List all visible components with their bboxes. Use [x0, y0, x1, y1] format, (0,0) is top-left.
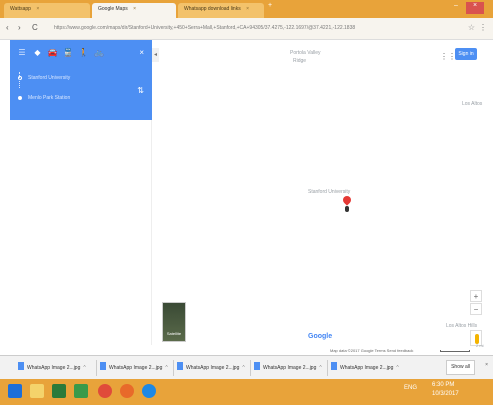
scale-bar	[440, 350, 470, 352]
car-icon[interactable]: 🚘	[47, 48, 59, 57]
image-file-icon	[177, 362, 183, 370]
download-name: WhatsApp Image 2...jpg	[340, 365, 394, 371]
download-item[interactable]: WhatsApp Image 2...jpg ^	[177, 362, 245, 374]
route-connector	[19, 72, 20, 88]
chevron-up-icon[interactable]: ^	[242, 365, 244, 371]
app-icon[interactable]	[74, 384, 88, 398]
language-indicator[interactable]: ENG	[404, 385, 417, 391]
collapse-panel-button[interactable]: ◂	[152, 48, 159, 62]
image-file-icon	[18, 362, 24, 370]
zoom-out-button[interactable]: −	[470, 303, 482, 315]
tab-close-icon[interactable]: ×	[36, 6, 39, 12]
divider	[327, 360, 328, 376]
download-item[interactable]: WhatsApp Image 2...jpg ^	[254, 362, 322, 374]
close-directions-icon[interactable]: ×	[139, 48, 144, 57]
menu-icon[interactable]: ☰	[16, 48, 28, 57]
chrome-icon[interactable]	[98, 384, 112, 398]
clock-date[interactable]: 10/3/2017	[432, 391, 459, 397]
origin-field[interactable]: Stanford University	[28, 75, 70, 81]
walk-icon[interactable]: 🚶	[78, 48, 90, 57]
zoom-in-button[interactable]: +	[470, 290, 482, 302]
address-bar: ‹ › C https://www.google.com/maps/dir/St…	[0, 18, 493, 40]
divider	[250, 360, 251, 376]
new-tab-button[interactable]: +	[268, 2, 272, 14]
map-footer: Map data ©2017 Google Terms Send feedbac…	[330, 348, 414, 353]
pin-base	[345, 206, 349, 212]
chevron-up-icon[interactable]: ^	[165, 365, 167, 371]
close-window-icon[interactable]: ×	[466, 2, 484, 14]
url-input[interactable]: https://www.google.com/maps/dir/Stanford…	[50, 22, 460, 36]
download-item[interactable]: WhatsApp Image 2...jpg ^	[331, 362, 399, 374]
swap-icon[interactable]: ⇅	[137, 86, 144, 95]
browser-menu-icon[interactable]: ⋮	[479, 23, 487, 32]
taskbar: ENG 6:30 PM 10/3/2017	[0, 379, 493, 405]
map-place-label: Los Altos	[462, 101, 483, 107]
image-file-icon	[331, 362, 337, 370]
back-button[interactable]: ‹	[6, 23, 9, 32]
map-place-label: Los Altos Hills	[446, 323, 478, 329]
file-explorer-icon[interactable]	[30, 384, 44, 398]
tab-label: Google Maps	[98, 6, 128, 12]
destination-pin-icon	[18, 96, 22, 100]
download-name: WhatsApp Image 2...jpg	[186, 365, 240, 371]
image-file-icon	[254, 362, 260, 370]
firefox-icon[interactable]	[120, 384, 134, 398]
transit-icon[interactable]: 🚆	[62, 48, 74, 57]
tab-whatsapp[interactable]: Wattsapp ×	[4, 3, 90, 18]
map-place-label: Ridge	[293, 58, 307, 64]
tab-label: Whatsapp download links	[184, 6, 241, 12]
download-name: WhatsApp Image 2...jpg	[27, 365, 81, 371]
tab-whatsapp-download[interactable]: Whatsapp download links ×	[178, 3, 264, 18]
minimize-icon[interactable]: –	[454, 2, 458, 14]
image-file-icon	[100, 362, 106, 370]
forward-button[interactable]: ›	[18, 23, 21, 32]
travel-mode-row: ☰ ◆ 🚘 🚆 🚶 🚲	[16, 48, 107, 57]
tab-label: Wattsapp	[10, 6, 31, 12]
google-logo: Google	[308, 333, 333, 340]
chevron-up-icon[interactable]: ^	[319, 365, 321, 371]
screen: Wattsapp × Google Maps × Whatsapp downlo…	[0, 0, 493, 405]
bike-icon[interactable]: 🚲	[93, 48, 105, 57]
internet-explorer-icon[interactable]	[142, 384, 156, 398]
best-route-icon[interactable]: ◆	[31, 48, 43, 57]
tab-bar: Wattsapp × Google Maps × Whatsapp downlo…	[0, 0, 493, 18]
apps-grid-icon[interactable]: ⋮⋮	[440, 52, 456, 61]
pin-label: Stanford University	[308, 189, 351, 195]
download-name: WhatsApp Image 2...jpg	[109, 365, 163, 371]
destination-field[interactable]: Menlo Park Station	[28, 95, 70, 101]
app-icon[interactable]	[52, 384, 66, 398]
tab-close-icon[interactable]: ×	[133, 6, 136, 12]
map-place-label: Portola Valley	[290, 50, 321, 56]
directions-panel: ☰ ◆ 🚘 🚆 🚶 🚲 × Stanford University Menlo …	[10, 40, 152, 345]
tab-close-icon[interactable]: ×	[246, 6, 249, 12]
downloads-bar: WhatsApp Image 2...jpg ^ WhatsApp Image 2…	[0, 355, 493, 379]
clock-time[interactable]: 6:30 PM	[432, 382, 454, 388]
download-name: WhatsApp Image 2...jpg	[263, 365, 317, 371]
divider	[96, 360, 97, 376]
chevron-up-icon[interactable]: ^	[396, 365, 398, 371]
download-item[interactable]: WhatsApp Image 2...jpg ^	[100, 362, 168, 374]
bookmark-star-icon[interactable]: ☆	[468, 23, 475, 32]
download-item[interactable]: WhatsApp Image 2...jpg ^	[18, 362, 86, 374]
directions-header: ☰ ◆ 🚘 🚆 🚶 🚲 × Stanford University Menlo …	[10, 40, 152, 120]
reload-button[interactable]: C	[32, 23, 38, 32]
tab-google-maps[interactable]: Google Maps ×	[92, 3, 176, 18]
chevron-up-icon[interactable]: ^	[83, 365, 85, 371]
sign-in-button[interactable]: Sign in	[455, 48, 477, 60]
satellite-toggle[interactable]: Satellite	[162, 302, 186, 342]
scale-label: 2 mi	[476, 343, 484, 348]
close-downloads-icon[interactable]: ×	[485, 362, 488, 368]
divider	[173, 360, 174, 376]
show-all-button[interactable]: Show all	[446, 360, 475, 375]
windows-start-icon[interactable]	[8, 384, 22, 398]
